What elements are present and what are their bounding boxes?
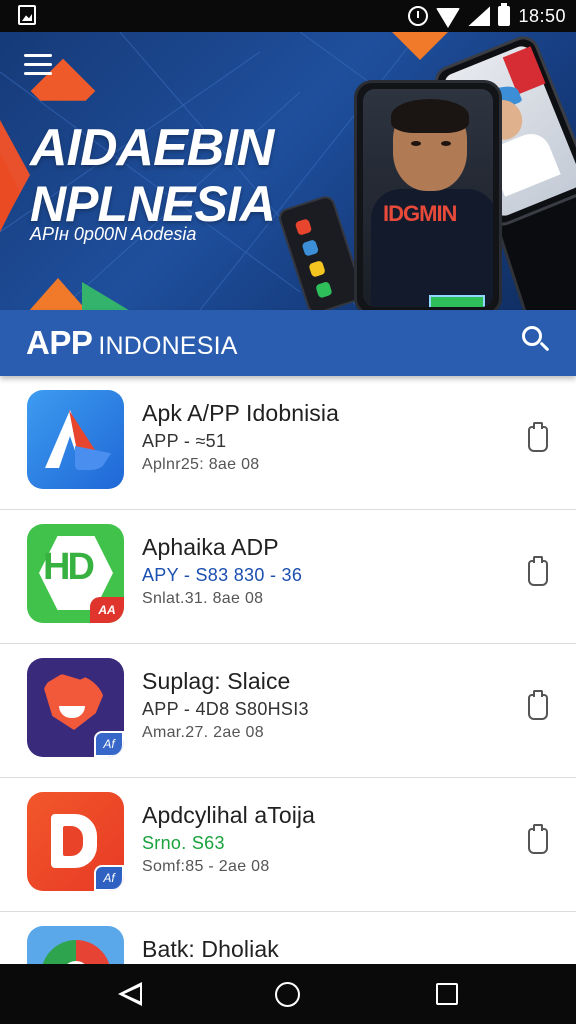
home-icon[interactable]: [275, 982, 300, 1007]
app-icon-text: HD: [43, 546, 95, 588]
download-icon[interactable]: [528, 422, 548, 454]
hero-banner: AIDAEBIN NPLNESIA APIʜ 0p00N Aodesia IDG…: [0, 32, 576, 310]
back-icon[interactable]: [118, 982, 142, 1006]
app-icon: HD AA: [27, 524, 124, 623]
list-item[interactable]: HD AA Aphaika ADP APY - S83 830 - 36 Snl…: [0, 510, 576, 644]
app-bar-title-bold: APP: [26, 324, 93, 361]
app-icon-badge: Af: [94, 865, 124, 891]
app-name: Apdcylihal aToija: [142, 802, 316, 828]
app-version: APY - S83 830 - 36: [142, 565, 303, 585]
app-name: Apk A/PP Idobnisia: [142, 400, 340, 426]
signal-icon: [468, 6, 491, 26]
shirt-print: IDGMIN: [383, 201, 457, 226]
app-list: Apk A/PP Idobnisia APP - ≈51 Aplnr25: 8a…: [0, 376, 576, 964]
app-bar-title: APP INDONESIA: [26, 324, 238, 362]
status-icons: 18:50: [408, 3, 566, 29]
app-version: Srno. S63: [142, 833, 225, 853]
app-meta: Somf:85 - 2ae 08: [142, 858, 270, 875]
app-icon: [27, 390, 124, 489]
banner-title: AIDAEBIN NPLNESIA: [30, 119, 276, 232]
app-name: Batk: Dholiak: [142, 936, 279, 962]
menu-icon[interactable]: [24, 54, 54, 76]
clock: 18:50: [518, 5, 566, 26]
app-icon: Af: [27, 792, 124, 891]
download-icon[interactable]: [528, 824, 548, 856]
list-item[interactable]: Af Apdcylihal aToija Srno. S63 Somf:85 -…: [0, 778, 576, 912]
list-item[interactable]: Batk: Dholiak: [0, 912, 576, 964]
battery-icon: [498, 3, 511, 26]
app-icon-badge: Af: [94, 731, 124, 757]
list-item[interactable]: Apk A/PP Idobnisia APP - ≈51 Aplnr25: 8a…: [0, 376, 576, 510]
app-bar-title-rest: INDONESIA: [98, 332, 238, 360]
image-icon: [18, 5, 36, 25]
search-icon[interactable]: [522, 326, 552, 356]
navigation-bar: [0, 964, 576, 1024]
app-meta: Amar.27. 2ae 08: [142, 724, 264, 741]
alarm-icon: [408, 6, 429, 26]
download-icon[interactable]: [528, 690, 548, 722]
app-meta: Aplnr25: 8ae 08: [142, 456, 260, 473]
status-bar: 18:50: [0, 0, 576, 32]
banner-subtitle: APIʜ 0p00N Aodesia: [30, 224, 197, 244]
app-icon: Af: [27, 658, 124, 757]
list-item[interactable]: Af Suplag: Slaice APP - 4D8 S80HSI3 Amar…: [0, 644, 576, 778]
app-bar: APP INDONESIA: [0, 310, 576, 376]
app-icon: [27, 926, 124, 964]
app-name: Aphaika ADP: [142, 534, 279, 560]
recent-apps-icon[interactable]: [436, 983, 458, 1005]
app-name: Suplag: Slaice: [142, 668, 291, 694]
app-version: APP - ≈51: [142, 431, 227, 451]
app-meta: Snlat.31. 8ae 08: [142, 590, 264, 607]
app-icon-corner: AA: [90, 597, 124, 623]
download-icon[interactable]: [528, 556, 548, 588]
banner-title-line1: AIDAEBIN: [30, 119, 274, 177]
app-version: APP - 4D8 S80HSI3: [142, 699, 309, 719]
wifi-icon: [436, 8, 461, 28]
phone-illustration-main: IDGMIN: [354, 80, 502, 310]
